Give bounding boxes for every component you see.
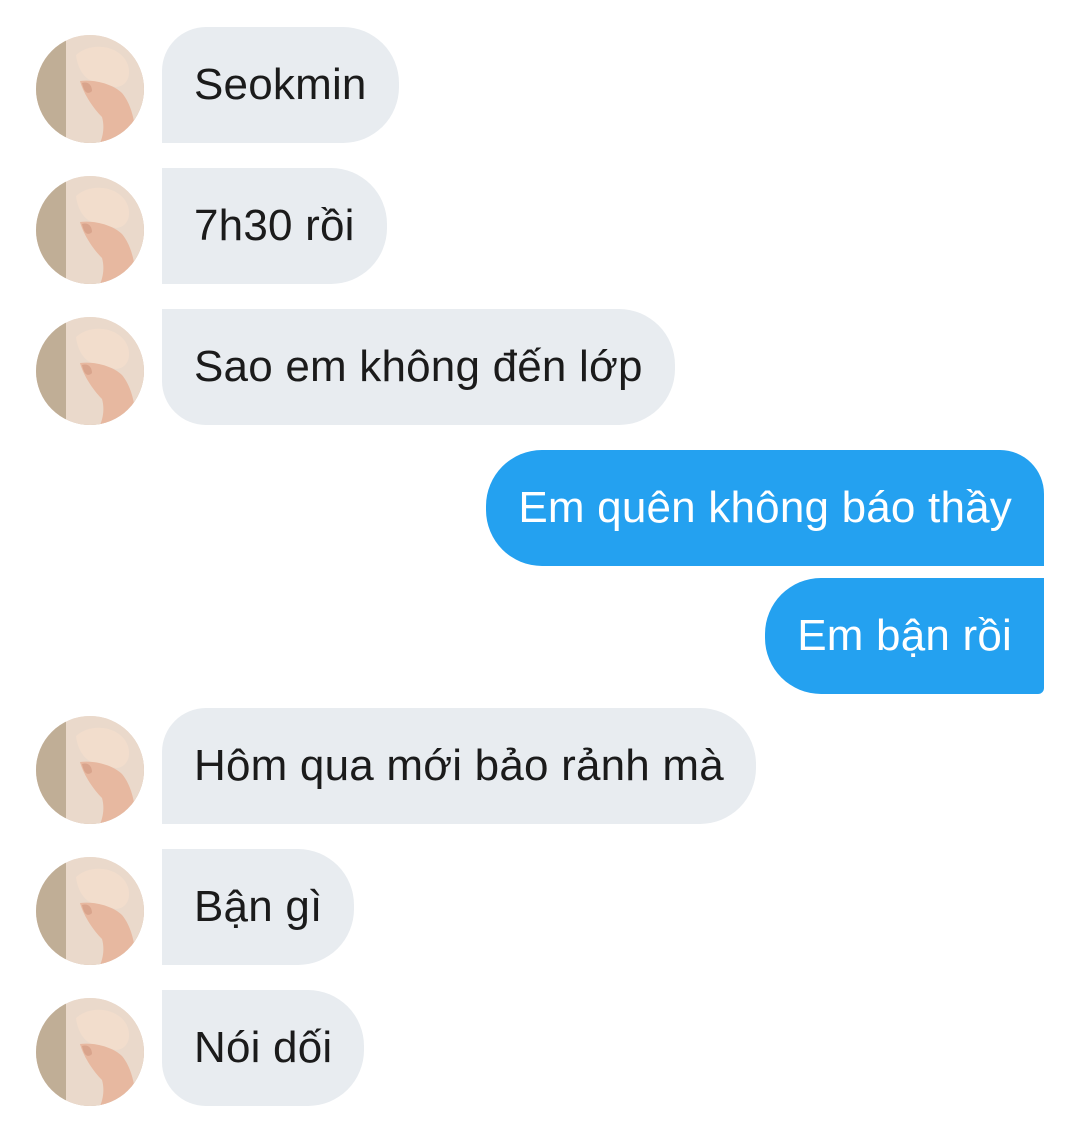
avatar-photo-icon [36,857,144,965]
message-row-outgoing: Em bận rồi [0,578,1080,696]
message-bubble[interactable]: Nói dối [162,990,365,1106]
contact-avatar[interactable] [36,998,144,1106]
avatar-photo-icon [36,317,144,425]
contact-avatar[interactable] [36,716,144,824]
message-bubble[interactable]: Hôm qua mới bảo rảnh mà [162,708,756,824]
avatar-photo-icon [36,176,144,284]
message-bubble[interactable]: Em quên không báo thầy [486,450,1044,566]
contact-avatar[interactable] [36,317,144,425]
message-bubble[interactable]: Bận gì [162,849,355,965]
contact-avatar[interactable] [36,857,144,965]
message-bubble[interactable]: Seokmin [162,27,399,143]
contact-avatar[interactable] [36,176,144,284]
message-bubble[interactable]: 7h30 rồi [162,168,387,284]
avatar-photo-icon [36,716,144,824]
message-row-incoming: Hôm qua mới bảo rảnh mà [0,708,1080,826]
contact-avatar[interactable] [36,35,144,143]
avatar-photo-icon [36,35,144,143]
message-bubble[interactable]: Em bận rồi [765,578,1044,694]
message-row-incoming: 7h30 rồi [0,168,1080,286]
message-row-outgoing: Em quên không báo thầy [0,450,1080,568]
message-row-incoming: Seokmin [0,27,1080,145]
message-row-incoming: Nói dối [0,990,1080,1108]
message-row-incoming: Bận gì [0,849,1080,967]
message-bubble[interactable]: Sao em không đến lớp [162,309,675,425]
avatar-photo-icon [36,998,144,1106]
message-row-incoming: Sao em không đến lớp [0,309,1080,427]
